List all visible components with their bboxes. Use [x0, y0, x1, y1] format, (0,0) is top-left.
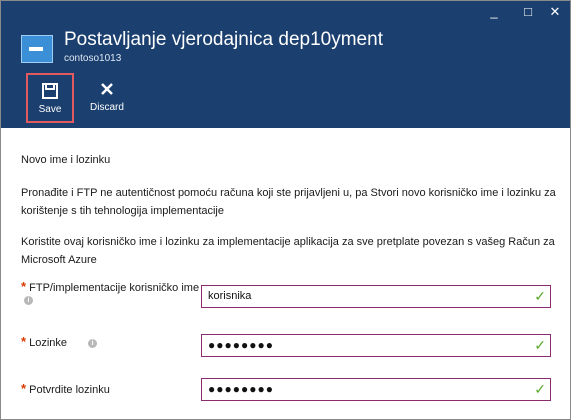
required-marker: *	[21, 279, 27, 294]
username-label-text: FTP/implementacije korisničko ime	[29, 282, 200, 294]
save-button[interactable]: Save	[26, 73, 74, 123]
confirm-password-value: ●●●●●●●●	[208, 382, 274, 396]
username-input[interactable]: korisnika ✓	[201, 285, 551, 308]
credentials-blade: _ □ ✕ Postavljanje vjerodajnica dep10yme…	[0, 0, 571, 420]
save-icon	[42, 83, 58, 99]
password-label-text: Lozinke	[29, 337, 68, 349]
valid-check-icon: ✓	[534, 337, 546, 353]
username-value: korisnika	[208, 290, 252, 302]
section-title: Novo ime i lozinku	[21, 154, 111, 166]
blade-content: Novo ime i lozinku Pronađite i FTP ne au…	[1, 128, 570, 419]
username-label: * FTP/implementacije korisničko ime	[21, 280, 199, 295]
discard-icon	[101, 83, 113, 95]
close-icon[interactable]: ✕	[545, 3, 565, 21]
password-value: ●●●●●●●●	[208, 338, 274, 352]
web-app-icon	[21, 35, 53, 63]
password-input[interactable]: ●●●●●●●● ✓	[201, 334, 551, 357]
blade-header: _ □ ✕ Postavljanje vjerodajnica dep10yme…	[1, 1, 570, 128]
valid-check-icon: ✓	[534, 381, 546, 397]
page-title: Postavljanje vjerodajnica dep10yment	[64, 29, 383, 50]
confirm-password-label: * Potvrdite lozinku	[21, 382, 110, 397]
minimize-icon[interactable]: _	[484, 3, 504, 21]
info-icon[interactable]: i	[24, 294, 33, 306]
password-label: * Lozinke i	[21, 334, 98, 350]
discard-button[interactable]: Discard	[86, 73, 128, 123]
description-text: Pronađite i FTP ne autentičnost pomoću r…	[21, 187, 556, 217]
required-marker: *	[21, 334, 27, 349]
account-info-text: Koristite ovaj korisničko ime i lozinku …	[21, 236, 555, 266]
discard-label: Discard	[90, 102, 124, 113]
valid-check-icon: ✓	[534, 288, 546, 304]
confirm-password-label-text: Potvrdite lozinku	[29, 384, 110, 396]
required-marker: *	[21, 381, 27, 396]
info-icon[interactable]: i	[88, 338, 98, 348]
page-subtitle: contoso1013	[64, 53, 122, 64]
maximize-icon[interactable]: □	[518, 3, 538, 21]
save-label: Save	[38, 104, 62, 115]
confirm-password-input[interactable]: ●●●●●●●● ✓	[201, 378, 551, 401]
